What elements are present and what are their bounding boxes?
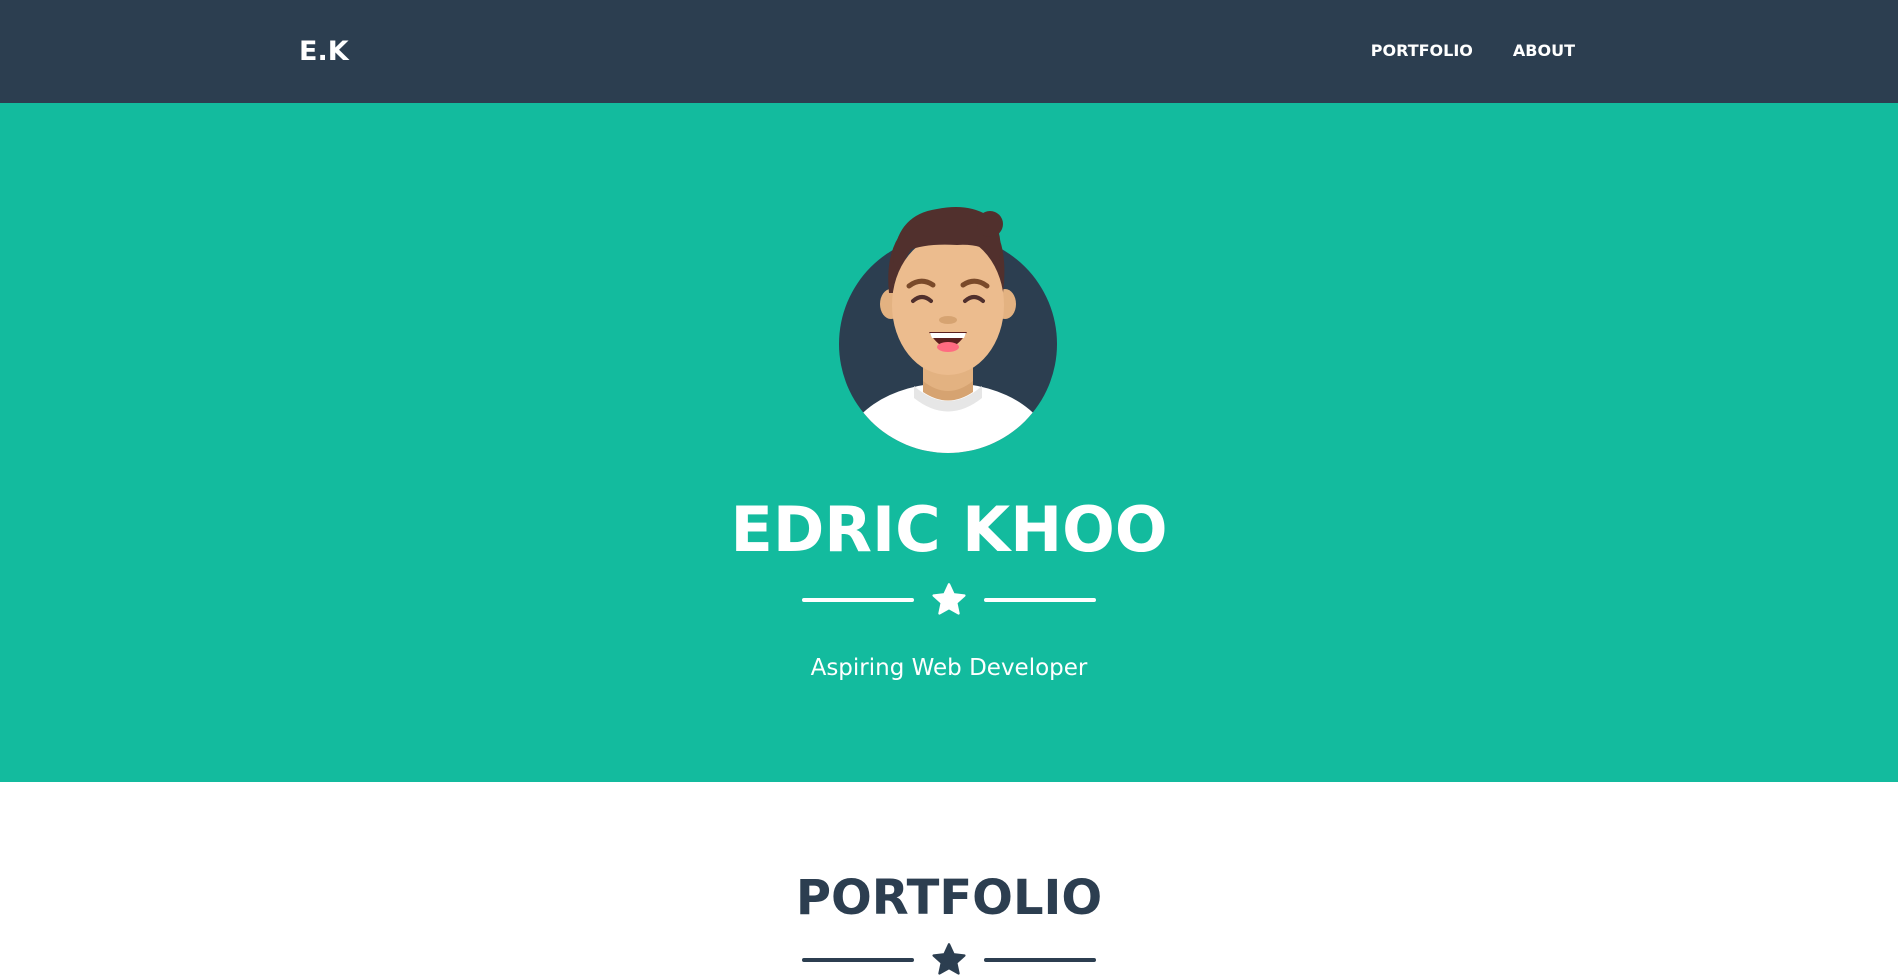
nav-link-about[interactable]: ABOUT: [1513, 38, 1575, 64]
star-icon: [932, 583, 966, 615]
hero-divider: [800, 582, 1098, 618]
hero-title: EDRIC KHOO: [730, 493, 1168, 566]
brand-logo[interactable]: E.K: [299, 32, 349, 72]
avatar: [837, 103, 1059, 457]
nav-links: PORTFOLIO ABOUT: [1371, 38, 1575, 64]
navbar: E.K PORTFOLIO ABOUT: [0, 0, 1898, 103]
star-icon: [932, 943, 966, 975]
divider-line-left: [802, 598, 914, 602]
hero-subtitle: Aspiring Web Developer: [810, 655, 1088, 681]
nav-link-portfolio[interactable]: PORTFOLIO: [1371, 38, 1473, 64]
portfolio-divider: [800, 942, 1098, 978]
divider-line-right: [984, 598, 1096, 602]
portfolio-title: PORTFOLIO: [795, 870, 1103, 926]
divider-line-right: [984, 958, 1096, 962]
divider-line-left: [802, 958, 914, 962]
